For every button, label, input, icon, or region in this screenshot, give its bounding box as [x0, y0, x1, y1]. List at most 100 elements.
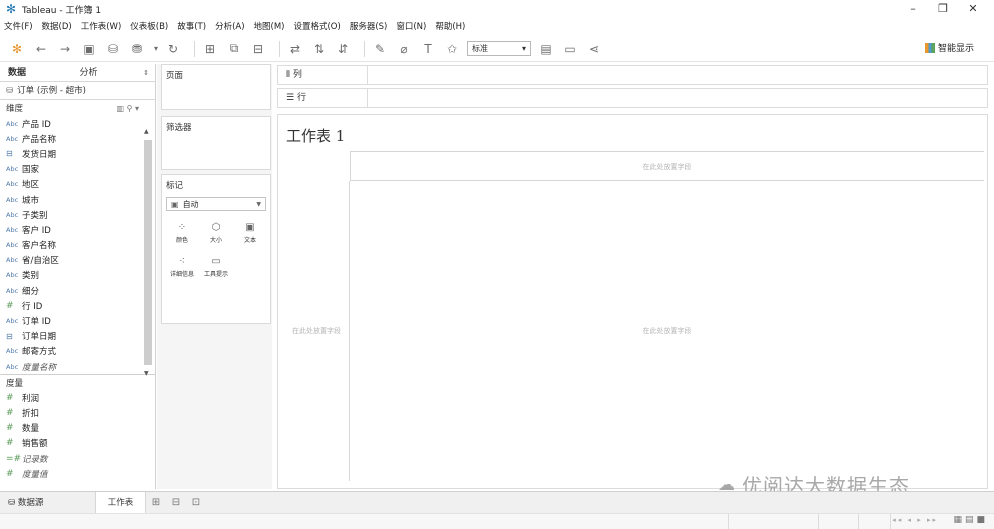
menu-data[interactable]: 数据(D) [42, 20, 72, 32]
sort-descending-icon[interactable]: ⇵ [334, 40, 352, 58]
duplicate-sheet-icon[interactable]: ⧉ [225, 40, 243, 58]
view-mode-icon[interactable]: ▦▤■ [953, 515, 988, 525]
new-worksheet-icon[interactable]: ⊞ [201, 40, 219, 58]
dimension-field[interactable]: ⊟ 发货日期 [0, 146, 155, 161]
color-button[interactable]: ⁘ 颜色 [168, 221, 196, 247]
string-icon: Abc [6, 271, 19, 280]
view-drop-zone[interactable]: 在此处放置字段 [350, 181, 984, 481]
worksheet-title[interactable]: 工作表 1 [286, 125, 345, 146]
datasource-tab[interactable]: ⛁ 数据源 [0, 491, 96, 514]
refresh-icon[interactable]: ↻ [164, 40, 182, 58]
view-toggle-icon[interactable]: ▥ [116, 104, 124, 113]
detail-button[interactable]: ⁖ 详细信息 [168, 255, 196, 281]
dimension-field[interactable]: Abc 客户 ID [0, 222, 155, 237]
group-icon[interactable]: ⌀ [395, 40, 413, 58]
menu-story[interactable]: 故事(T) [177, 20, 206, 32]
pages-card[interactable]: 页面 [161, 64, 271, 110]
tab-data[interactable]: 数据 [0, 64, 72, 81]
menu-worksheet[interactable]: 工作表(W) [81, 20, 122, 32]
mark-type-select[interactable]: ▣ 自动 ▼ [166, 197, 266, 211]
share-icon[interactable]: ⋖ [585, 40, 603, 58]
size-button[interactable]: ⬡ 大小 [202, 221, 230, 247]
measure-field[interactable]: # 数量 [0, 421, 155, 436]
menu-analysis[interactable]: 分析(A) [215, 20, 244, 32]
pane-menu-icon[interactable]: ⇕ [143, 64, 155, 81]
dimension-field[interactable]: Abc 邮寄方式 [0, 344, 155, 359]
smart-show-button[interactable]: 智能显示 [924, 41, 974, 54]
data-pane-tabs: 数据 分析 ⇕ [0, 64, 155, 82]
text-button[interactable]: ▣ 文本 [236, 221, 264, 247]
measure-field[interactable]: # 利润 [0, 390, 155, 405]
columns-shelf[interactable]: ⦀ 列 [277, 65, 988, 85]
chevron-down-icon: ▼ [256, 200, 261, 208]
dimension-field[interactable]: Abc 城市 [0, 192, 155, 207]
data-pane: 数据 分析 ⇕ ⛁ 订单 (示例 - 超市) 维度 ▥ ⚲ ▾ Abc 产品 ID… [0, 64, 156, 489]
smart-show-label: 智能显示 [937, 44, 974, 54]
dimension-field[interactable]: ⊟ 订单日期 [0, 329, 155, 344]
measure-field[interactable]: # 折扣 [0, 405, 155, 420]
measure-field[interactable]: # 度量值 [0, 466, 155, 481]
datasource-item[interactable]: ⛁ 订单 (示例 - 超市) [0, 82, 155, 100]
dimension-field[interactable]: Abc 地区 [0, 177, 155, 192]
scrollbar-thumb[interactable] [144, 140, 152, 365]
dimension-field[interactable]: Abc 订单 ID [0, 313, 155, 328]
scroll-down-icon[interactable]: ▼ [144, 370, 149, 377]
save-icon[interactable]: ▣ [80, 40, 98, 58]
menu-map[interactable]: 地图(M) [254, 20, 285, 32]
scroll-up-icon[interactable]: ▲ [144, 128, 149, 135]
dimension-field[interactable]: Abc 国家 [0, 162, 155, 177]
toolbar-divider [279, 40, 280, 57]
chevron-down-icon[interactable]: ▾ [135, 104, 139, 113]
minimize-button[interactable]: – [898, 0, 928, 18]
dimension-field[interactable]: Abc 类别 [0, 268, 155, 283]
maximize-button[interactable]: ❐ [928, 0, 958, 18]
highlight-icon[interactable]: ✎ [371, 40, 389, 58]
dimension-field[interactable]: # 行 ID [0, 298, 155, 313]
dimension-field[interactable]: Abc 细分 [0, 283, 155, 298]
tableau-home-icon[interactable]: ✻ [8, 40, 26, 58]
clear-sheet-icon[interactable]: ⊟ [249, 40, 267, 58]
field-label: 省/自治区 [22, 256, 59, 267]
forward-icon[interactable]: → [56, 40, 74, 58]
menu-format[interactable]: 设置格式(O) [293, 20, 340, 32]
sheet-navigation-icon[interactable]: ◂◂ ◂ ▸ ▸▸ [892, 516, 938, 524]
datasource-icon[interactable]: ⛃ [128, 40, 146, 58]
new-story-icon[interactable]: ⊡ [186, 492, 206, 514]
dimension-field[interactable]: Abc 产品 ID [0, 116, 155, 131]
sheet-tab[interactable]: 工作表 1 [96, 491, 146, 529]
row-drop-zone[interactable]: 在此处放置字段 [284, 181, 350, 481]
dimension-field[interactable]: Abc 度量名称 [0, 359, 155, 374]
sort-ascending-icon[interactable]: ⇅ [310, 40, 328, 58]
show-cards-icon[interactable]: ▤ [537, 40, 555, 58]
menu-dashboard[interactable]: 仪表板(B) [130, 20, 168, 32]
measure-field[interactable]: # 销售额 [0, 436, 155, 451]
dimension-field[interactable]: Abc 子类别 [0, 207, 155, 222]
pin-icon[interactable]: ✩ [443, 40, 461, 58]
swap-icon[interactable]: ⇄ [286, 40, 304, 58]
measure-field[interactable]: =# 记录数 [0, 451, 155, 466]
dimension-field[interactable]: Abc 客户名称 [0, 238, 155, 253]
close-button[interactable]: ✕ [958, 0, 988, 18]
back-icon[interactable]: ← [32, 40, 50, 58]
tooltip-button[interactable]: ▭ 工具提示 [202, 255, 230, 281]
chevron-down-icon[interactable]: ▾ [152, 40, 160, 58]
menu-window[interactable]: 窗口(N) [396, 20, 426, 32]
menu-server[interactable]: 服务器(S) [350, 20, 388, 32]
menu-help[interactable]: 帮助(H) [435, 20, 465, 32]
menu-file[interactable]: 文件(F) [4, 20, 33, 32]
fit-select-value: 标准 [472, 44, 488, 53]
new-datasource-icon[interactable]: ⛁ [104, 40, 122, 58]
new-worksheet-icon[interactable]: ⊞ [146, 492, 166, 514]
column-drop-zone[interactable]: 在此处放置字段 [350, 151, 984, 181]
dimension-field[interactable]: Abc 省/自治区 [0, 253, 155, 268]
filters-card[interactable]: 筛选器 [161, 116, 271, 170]
fit-select[interactable]: 标准 ▾ [467, 41, 531, 56]
shelves-column: 页面 筛选器 标记 ▣ 自动 ▼ ⁘ 颜色 ⬡ 大小 ▣ 文本 ⁖ 详细信息 ▭… [157, 64, 272, 489]
labels-icon[interactable]: T [419, 40, 437, 58]
presentation-icon[interactable]: ▭ [561, 40, 579, 58]
dimension-field[interactable]: Abc 产品名称 [0, 131, 155, 146]
rows-shelf[interactable]: ☰ 行 [277, 88, 988, 108]
search-icon[interactable]: ⚲ [127, 104, 133, 113]
tab-analysis[interactable]: 分析 [72, 64, 144, 81]
new-dashboard-icon[interactable]: ⊟ [166, 492, 186, 514]
